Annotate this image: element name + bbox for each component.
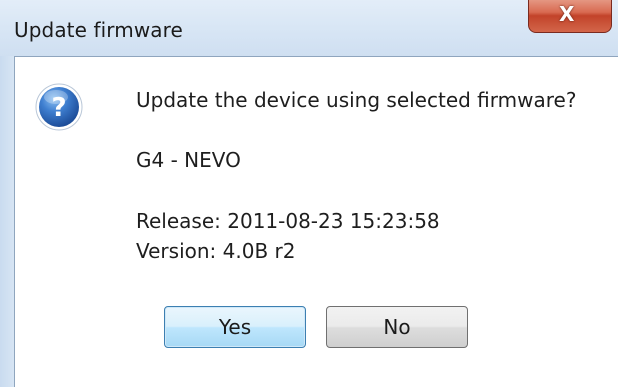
release-info: Release: 2011-08-23 15:23:58 [136,209,440,233]
version-info: Version: 4.0B r2 [136,239,296,263]
yes-button[interactable]: Yes [164,306,306,348]
window-title: Update firmware [14,18,183,42]
title-bar: Update firmware X [0,0,618,56]
close-icon: X [559,2,575,26]
device-name: G4 - NEVO [136,148,241,172]
confirm-question: Update the device using selected firmwar… [136,88,577,112]
question-icon: ? [35,83,83,131]
update-firmware-dialog: Update firmware X ? Update the device us… [0,0,618,387]
close-button[interactable]: X [528,0,612,33]
window-border-left [0,56,14,387]
no-button[interactable]: No [326,306,468,348]
svg-text:?: ? [51,93,66,123]
